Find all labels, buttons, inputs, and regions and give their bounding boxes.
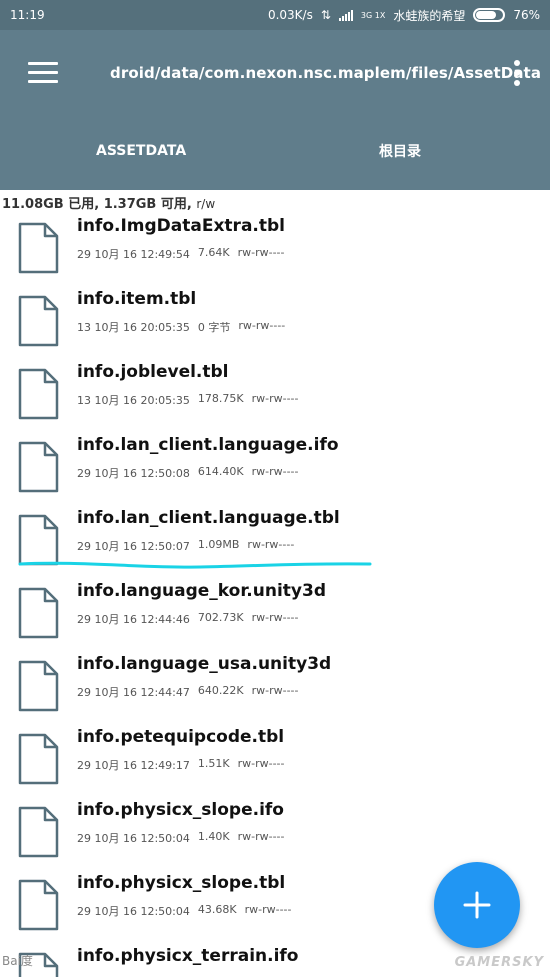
storage-permission: r/w [196, 197, 216, 211]
file-permissions: rw-rw---- [251, 392, 299, 405]
highlight-stroke [18, 561, 372, 569]
file-permissions: rw-rw---- [251, 465, 299, 478]
network-speed: 0.03K/s [267, 8, 313, 22]
file-meta: 29 10月 16 12:44:47 640.22K rw-rw---- [77, 684, 298, 700]
battery-percent: 76% [513, 8, 540, 22]
file-name: info.item.tbl [77, 289, 197, 309]
file-icon [18, 295, 59, 347]
file-date: 29 10月 16 12:49:17 [77, 759, 190, 772]
file-name: info.physicx_slope.ifo [77, 800, 284, 820]
more-options-icon[interactable] [510, 60, 524, 88]
file-permissions: rw-rw---- [247, 538, 295, 551]
file-size: 0 字节 [197, 321, 231, 334]
file-permissions: rw-rw---- [244, 903, 292, 916]
file-permissions: rw-rw---- [251, 684, 299, 697]
file-meta: 29 10月 16 12:49:17 1.51K rw-rw---- [77, 757, 285, 773]
add-button[interactable] [434, 862, 520, 948]
file-name: info.language_kor.unity3d [77, 581, 326, 601]
storage-summary: 11.08GB 已用, 1.37GB 可用, r/w [2, 193, 215, 212]
file-icon [18, 368, 59, 420]
network-type: 3G 1X [360, 10, 386, 20]
status-time: 11:19 [10, 8, 45, 22]
file-icon [18, 879, 59, 931]
file-size: 178.75K [197, 392, 244, 405]
current-path: droid/data/com.nexon.nsc.maplem/files/As… [110, 64, 542, 82]
file-permissions: rw-rw---- [251, 611, 299, 624]
file-meta: 29 10月 16 12:50:08 614.40K rw-rw---- [77, 465, 298, 481]
file-date: 29 10月 16 12:50:04 [77, 832, 190, 845]
file-name: info.ImgDataExtra.tbl [77, 216, 285, 236]
file-date: 29 10月 16 12:49:54 [77, 248, 190, 261]
file-date: 13 10月 16 20:05:35 [77, 321, 190, 334]
file-permissions: rw-rw---- [238, 319, 286, 332]
file-row[interactable]: info.physicx_slope.ifo 29 10月 16 12:50:0… [0, 796, 550, 869]
file-date: 29 10月 16 12:44:47 [77, 686, 190, 699]
file-size: 43.68K [197, 903, 237, 916]
file-row[interactable]: info.lan_client.language.ifo 29 10月 16 1… [0, 431, 550, 504]
file-row[interactable]: info.ImgDataExtra.tbl 29 10月 16 12:49:54… [0, 212, 550, 285]
file-name: info.physicx_terrain.ifo [77, 946, 299, 966]
app-bar: droid/data/com.nexon.nsc.maplem/files/As… [0, 30, 550, 118]
file-name: info.physicx_slope.tbl [77, 873, 286, 893]
file-icon [18, 441, 59, 493]
file-row[interactable]: info.language_usa.unity3d 29 10月 16 12:4… [0, 650, 550, 723]
file-icon [18, 660, 59, 712]
file-meta: 29 10月 16 12:50:04 1.40K rw-rw---- [77, 830, 285, 846]
file-size: 1.40K [197, 830, 230, 843]
file-date: 29 10月 16 12:50:08 [77, 467, 190, 480]
status-bar: 11:19 0.03K/s ⇅ 3G 1X 水蛙族的希望 76% [0, 0, 550, 30]
file-name: info.petequipcode.tbl [77, 727, 285, 747]
storage-usage: 11.08GB 已用, 1.37GB 可用, [2, 197, 192, 212]
tab-assetdata[interactable]: ASSETDATA [0, 118, 267, 190]
file-permissions: rw-rw---- [237, 757, 285, 770]
file-row[interactable]: info.item.tbl 13 10月 16 20:05:35 0 字节 rw… [0, 285, 550, 358]
file-meta: 29 10月 16 12:44:46 702.73K rw-rw---- [77, 611, 298, 627]
tab-root[interactable]: 根目录 [267, 118, 550, 190]
file-date: 13 10月 16 20:05:35 [77, 394, 190, 407]
breadcrumb-tabs: ASSETDATA 根目录 [0, 118, 550, 190]
file-row[interactable]: info.joblevel.tbl 13 10月 16 20:05:35 178… [0, 358, 550, 431]
file-name: info.lan_client.language.tbl [77, 508, 340, 528]
file-icon [18, 222, 59, 274]
file-permissions: rw-rw---- [237, 246, 285, 259]
file-size: 1.09MB [197, 538, 240, 551]
file-meta: 13 10月 16 20:05:35 178.75K rw-rw---- [77, 392, 298, 408]
file-size: 614.40K [197, 465, 244, 478]
status-right: 0.03K/s ⇅ 3G 1X 水蛙族的希望 76% [268, 7, 540, 24]
file-size: 1.51K [197, 757, 230, 770]
battery-fill [476, 11, 497, 19]
data-transfer-icon: ⇅ [320, 8, 331, 22]
file-meta: 29 10月 16 12:49:54 7.64K rw-rw---- [77, 246, 285, 262]
file-permissions: rw-rw---- [237, 830, 285, 843]
battery-icon [473, 8, 506, 22]
carrier-name: 水蛙族的希望 [393, 8, 466, 23]
watermark-baidu: Bai度 [2, 954, 33, 968]
file-date: 29 10月 16 12:50:07 [77, 540, 190, 553]
file-meta: 29 10月 16 12:50:07 1.09MB rw-rw---- [77, 538, 294, 554]
file-size: 702.73K [197, 611, 244, 624]
file-row[interactable]: info.language_kor.unity3d 29 10月 16 12:4… [0, 577, 550, 650]
plus-icon [463, 891, 491, 919]
file-icon [18, 806, 59, 858]
file-icon [18, 587, 59, 639]
file-meta: 13 10月 16 20:05:35 0 字节 rw-rw---- [77, 319, 285, 335]
file-name: info.joblevel.tbl [77, 362, 229, 382]
file-name: info.language_usa.unity3d [77, 654, 332, 674]
file-size: 7.64K [197, 246, 230, 259]
watermark-gamersky: GAMERSKY [454, 955, 544, 970]
file-meta: 29 10月 16 12:50:04 43.68K rw-rw---- [77, 903, 292, 919]
file-row[interactable]: info.petequipcode.tbl 29 10月 16 12:49:17… [0, 723, 550, 796]
file-icon [18, 733, 59, 785]
file-date: 29 10月 16 12:50:04 [77, 905, 190, 918]
signal-icon [338, 9, 353, 21]
file-name: info.lan_client.language.ifo [77, 435, 339, 455]
menu-icon[interactable] [28, 62, 58, 84]
file-date: 29 10月 16 12:44:46 [77, 613, 190, 626]
file-size: 640.22K [197, 684, 244, 697]
